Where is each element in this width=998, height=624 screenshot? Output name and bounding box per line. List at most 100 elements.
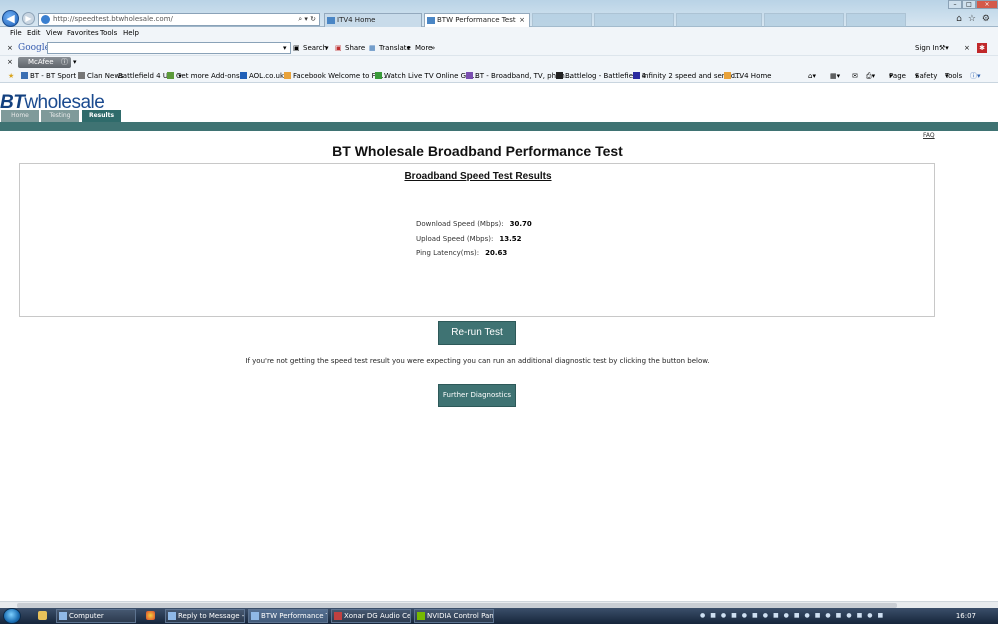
wrench-icon[interactable]: ⚒▾ bbox=[939, 40, 949, 56]
nvidia-icon bbox=[417, 612, 425, 620]
nav-home[interactable]: Home bbox=[1, 110, 39, 122]
rerun-test-button[interactable]: Re-run Test bbox=[438, 321, 516, 345]
show-desktop-icon[interactable] bbox=[38, 611, 47, 620]
further-diagnostics-button[interactable]: Further Diagnostics bbox=[438, 384, 516, 407]
favorite-link[interactable]: BT - Broadband, TV, phon... bbox=[466, 69, 571, 83]
taskbar-item-xonar[interactable]: Xonar DG Audio Cen... bbox=[331, 609, 411, 623]
mcafee-label: McAfee bbox=[28, 58, 54, 66]
ie-icon bbox=[168, 612, 176, 620]
taskbar-item-reply[interactable]: Reply to Message - B... bbox=[165, 609, 245, 623]
favorite-link[interactable]: BT - BT Sport 1 bbox=[21, 69, 83, 83]
faq-link[interactable]: FAQ bbox=[923, 132, 935, 139]
download-speed-value: 30.70 bbox=[509, 220, 532, 228]
favorite-link[interactable]: Get more Add-ons ▾ bbox=[167, 69, 240, 83]
audio-icon bbox=[334, 612, 342, 620]
upload-speed-label: Upload Speed (Mbps): bbox=[416, 235, 494, 243]
system-tray[interactable]: ●■●■●■●■●■●■●■●■●■ 16:07 bbox=[700, 608, 998, 624]
close-window-button[interactable]: × bbox=[976, 0, 998, 9]
mail-icon[interactable]: ✉ bbox=[852, 69, 858, 83]
google-search-input[interactable] bbox=[47, 42, 291, 54]
horizontal-scrollbar[interactable] bbox=[0, 601, 998, 608]
clock[interactable]: 16:07 bbox=[956, 608, 976, 624]
sign-in-button[interactable]: Sign In bbox=[915, 40, 939, 56]
google-dropdown-icon[interactable]: ▾ bbox=[283, 40, 287, 56]
translate-icon: ▦ bbox=[369, 44, 376, 52]
page-menu[interactable]: Page ▾ bbox=[889, 69, 906, 83]
page-title: BT Wholesale Broadband Performance Test bbox=[332, 143, 623, 159]
more-chevron-icon: » bbox=[431, 44, 436, 52]
nav-results[interactable]: Results bbox=[82, 110, 121, 122]
taskbar-item-btw[interactable]: BTW Performance T... bbox=[248, 609, 328, 623]
favorite-link[interactable]: Facebook Welcome to Fa... bbox=[284, 69, 386, 83]
favorite-link[interactable]: Infinity 2 speed and servic... bbox=[633, 69, 741, 83]
tab-btw-performance[interactable]: BTW Performance Test × bbox=[424, 13, 530, 27]
favorite-link[interactable]: Watch Live TV Online Gui... bbox=[375, 69, 479, 83]
menu-file[interactable]: File bbox=[10, 27, 22, 40]
favorites-bar: ★ BT - BT Sport 1 Clan News Battlefield … bbox=[0, 69, 998, 83]
computer-icon bbox=[59, 612, 67, 620]
more-button[interactable]: More bbox=[415, 40, 432, 56]
menu-tools[interactable]: Tools bbox=[100, 27, 117, 40]
taskbar-item-nvidia[interactable]: NVIDIA Control Panel bbox=[414, 609, 494, 623]
google-search-dropdown-icon[interactable]: ▾ bbox=[325, 40, 329, 56]
close-tab-icon[interactable]: × bbox=[519, 14, 525, 27]
favorite-link[interactable]: ITV4 Home bbox=[724, 69, 771, 83]
home-icon[interactable]: ⌂▾ bbox=[808, 69, 816, 83]
menu-help[interactable]: Help bbox=[123, 27, 139, 40]
addon-icon[interactable]: ✱ bbox=[977, 43, 987, 53]
home-favorites-gear-icons[interactable]: ⌂☆⚙ bbox=[956, 14, 996, 24]
ping-latency-label: Ping Latency(ms): bbox=[416, 249, 480, 257]
tab-label: ITV4 Home bbox=[337, 16, 376, 24]
google-logo: Google bbox=[18, 43, 50, 53]
favorites-star-icon[interactable]: ★ bbox=[8, 69, 14, 83]
print-icon[interactable]: ⎙▾ bbox=[866, 69, 875, 83]
ping-latency-row: Ping Latency(ms): 20.63 bbox=[416, 249, 507, 257]
google-search-button[interactable]: Search bbox=[303, 40, 327, 56]
favorite-link[interactable]: Clan News bbox=[78, 69, 124, 83]
help-icon: ⓘ bbox=[61, 58, 68, 66]
header-band bbox=[0, 122, 998, 131]
chrome-icon[interactable] bbox=[146, 611, 155, 620]
tray-icons[interactable]: ●■●■●■●■●■●■●■●■●■ bbox=[700, 608, 888, 624]
address-tools-icon[interactable]: ⌕ ▾ ↻ bbox=[298, 14, 316, 25]
tab-favicon bbox=[327, 17, 335, 24]
tools-menu[interactable]: Tools ▾ bbox=[945, 69, 962, 83]
ghost-tab bbox=[764, 13, 844, 27]
menu-favorites[interactable]: Favorites bbox=[67, 27, 99, 40]
address-text: http://speedtest.btwholesale.com/ bbox=[53, 15, 173, 23]
upload-speed-value: 13.52 bbox=[499, 235, 522, 243]
maximize-button[interactable]: □ bbox=[962, 0, 976, 9]
menu-edit[interactable]: Edit bbox=[27, 27, 41, 40]
ie-icon bbox=[251, 612, 259, 620]
forward-button[interactable]: ▶ bbox=[22, 12, 35, 25]
menu-bar: File Edit View Favorites Tools Help bbox=[0, 27, 998, 40]
menu-view[interactable]: View bbox=[46, 27, 63, 40]
nav-testing[interactable]: Testing bbox=[41, 110, 79, 122]
window-controls: – □ × bbox=[948, 0, 998, 9]
mcafee-toolbar: × McAfee ⓘ ▾ bbox=[0, 56, 998, 69]
close-toolbar-icon[interactable]: × bbox=[7, 40, 13, 56]
upload-speed-row: Upload Speed (Mbps): 13.52 bbox=[416, 235, 521, 243]
close-google-toolbar-icon[interactable]: × bbox=[964, 40, 970, 56]
taskbar-item-computer[interactable]: Computer bbox=[56, 609, 136, 623]
start-button[interactable] bbox=[3, 608, 21, 624]
tab-label: BTW Performance Test bbox=[437, 16, 516, 24]
help-icon[interactable]: ⓘ▾ bbox=[970, 69, 981, 83]
share-button[interactable]: Share bbox=[345, 40, 365, 56]
translate-dropdown-icon[interactable]: ▾ bbox=[407, 40, 411, 56]
tab-itv4[interactable]: ITV4 Home bbox=[324, 13, 422, 27]
feeds-icon[interactable]: ▦▾ bbox=[830, 69, 840, 83]
safety-menu[interactable]: Safety ▾ bbox=[915, 69, 937, 83]
close-mcafee-icon[interactable]: × bbox=[7, 56, 13, 69]
results-panel: Broadband Speed Test Results Download Sp… bbox=[19, 163, 935, 317]
minimize-button[interactable]: – bbox=[948, 0, 962, 9]
mcafee-dropdown-icon[interactable]: ▾ bbox=[73, 56, 77, 69]
favorite-link[interactable]: AOL.co.uk bbox=[240, 69, 284, 83]
share-icon: ▣ bbox=[335, 44, 342, 52]
ping-latency-value: 20.63 bbox=[485, 249, 508, 257]
mcafee-button[interactable]: McAfee ⓘ bbox=[18, 57, 71, 68]
back-button[interactable]: ◀ bbox=[2, 10, 19, 27]
address-bar[interactable]: http://speedtest.btwholesale.com/ ⌕ ▾ ↻ bbox=[38, 13, 320, 26]
favorite-link[interactable]: Battlelog - Battlefield 4 bbox=[556, 69, 646, 83]
ghost-tab bbox=[532, 13, 592, 27]
